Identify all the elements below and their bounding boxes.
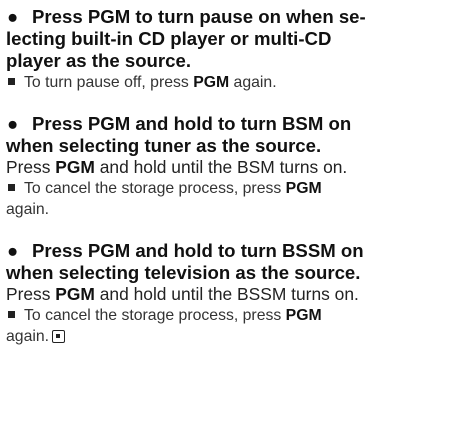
body-text: Press bbox=[6, 284, 56, 304]
heading-line: when selecting tuner as the source. bbox=[6, 135, 322, 156]
heading-line: Press PGM and hold to turn BSSM on bbox=[32, 240, 364, 261]
heading-line: player as the source. bbox=[6, 50, 191, 71]
note-text: To cancel the storage process, press bbox=[24, 180, 286, 197]
instruction-bssm: ● Press PGM and hold to turn BSSM on when… bbox=[6, 240, 446, 347]
note-text: again. bbox=[6, 201, 50, 218]
body-text: and hold until the BSM turns on. bbox=[94, 157, 348, 177]
note-text: To cancel the storage process, press bbox=[24, 307, 286, 324]
instruction-bsm: ● Press PGM and hold to turn BSM on when … bbox=[6, 113, 446, 220]
note-text: again. bbox=[6, 328, 50, 345]
heading-line: when selecting television as the source. bbox=[6, 262, 361, 283]
square-bullet-icon bbox=[8, 78, 15, 86]
body-text: and hold until the BSSM turns on. bbox=[94, 284, 359, 304]
key-name: PGM bbox=[55, 157, 95, 177]
square-bullet-icon bbox=[8, 311, 15, 319]
key-name: PGM bbox=[55, 284, 95, 304]
heading-line: Press PGM and hold to turn BSM on bbox=[32, 113, 352, 134]
square-bullet-icon bbox=[8, 184, 15, 192]
instruction-note: To turn pause off, press PGM again. bbox=[6, 72, 446, 93]
key-name: PGM bbox=[285, 180, 322, 197]
instruction-note: To cancel the storage process, press PGM… bbox=[6, 178, 446, 220]
instruction-body: Press PGM and hold until the BSSM turns … bbox=[6, 284, 446, 305]
key-name: PGM bbox=[285, 307, 322, 324]
heading-line: Press PGM to turn pause on when se- bbox=[32, 6, 366, 27]
instruction-heading: ● Press PGM and hold to turn BSSM on when… bbox=[6, 240, 446, 284]
instruction-body: Press PGM and hold until the BSM turns o… bbox=[6, 157, 446, 178]
bullet-icon: ● bbox=[7, 240, 19, 261]
instruction-heading: ● Press PGM and hold to turn BSM on when … bbox=[6, 113, 446, 157]
document-body: ● Press PGM to turn pause on when se- lec… bbox=[6, 6, 446, 367]
instruction-pause: ● Press PGM to turn pause on when se- lec… bbox=[6, 6, 446, 93]
bullet-icon: ● bbox=[7, 6, 19, 27]
key-name: PGM bbox=[193, 74, 230, 91]
end-of-section-icon bbox=[52, 330, 66, 343]
note-text: To turn pause off, press bbox=[24, 74, 194, 91]
heading-line: lecting built-in CD player or multi-CD bbox=[6, 28, 332, 49]
instruction-note: To cancel the storage process, press PGM… bbox=[6, 305, 446, 347]
bullet-icon: ● bbox=[7, 113, 19, 134]
instruction-heading: ● Press PGM to turn pause on when se- lec… bbox=[6, 6, 446, 72]
body-text: Press bbox=[6, 157, 56, 177]
note-text: again. bbox=[229, 74, 277, 91]
